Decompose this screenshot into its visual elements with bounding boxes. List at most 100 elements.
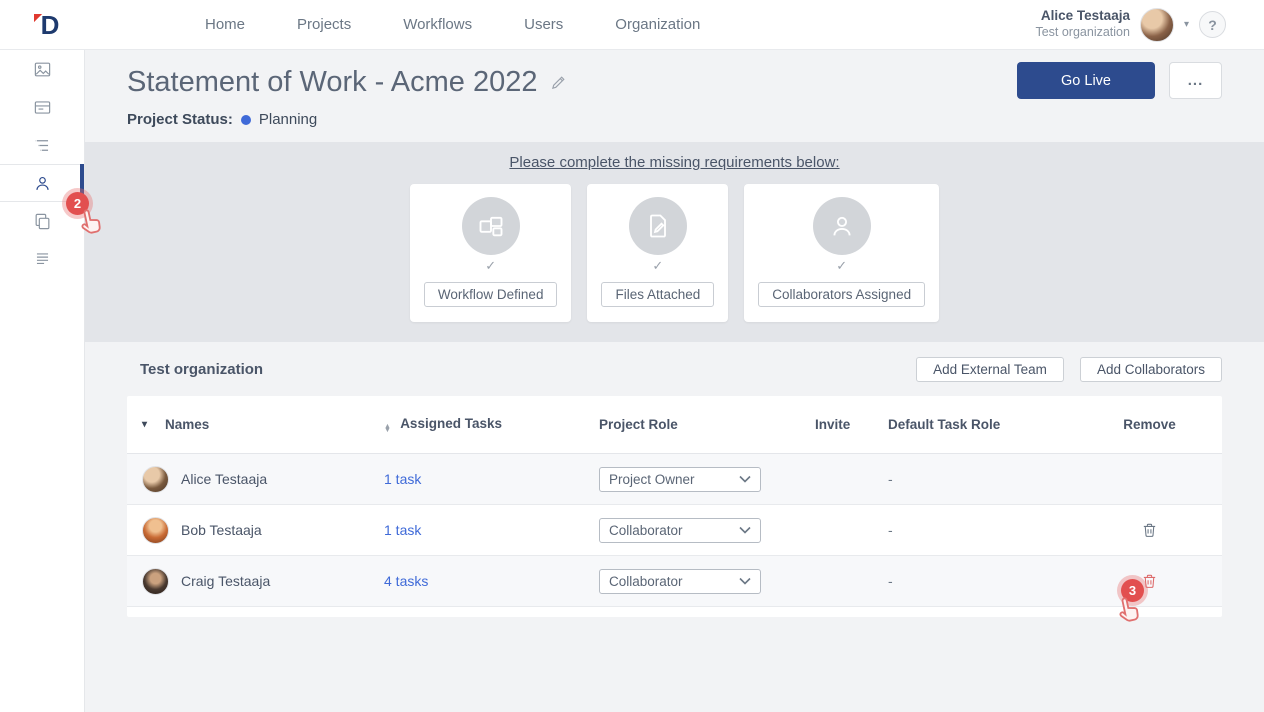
file-icon [629,197,687,255]
assigned-tasks-link[interactable]: 1 task [384,522,421,538]
requirements-cards: ✓ Workflow Defined ✓ Files Attached ✓ Co… [85,184,1264,322]
sidebar-item-collaborators[interactable] [0,164,84,202]
nav-item-projects[interactable]: Projects [297,16,351,33]
add-collaborators-button[interactable]: Add Collaborators [1080,357,1222,382]
person-icon [33,174,52,193]
column-header-project-role: Project Role [599,417,815,432]
card-icon [33,98,52,117]
trash-icon [1141,572,1158,590]
column-header-names[interactable]: ▾ Names [142,417,384,432]
files-attached-button[interactable]: Files Attached [601,282,714,307]
project-role-select[interactable]: Collaborator [599,569,761,594]
sidebar-item-tasks[interactable] [0,126,84,164]
user-menu: Alice Testaaja Test organization ▾ ? [1035,8,1264,42]
column-label-project-role: Project Role [599,417,678,432]
requirement-card-workflow: ✓ Workflow Defined [410,184,572,322]
select-value: Collaborator [609,523,683,538]
organization-heading: Test organization [140,361,263,378]
select-value: Collaborator [609,574,683,589]
collaborators-assigned-button[interactable]: Collaborators Assigned [758,282,925,307]
remove-collaborator-button[interactable] [1139,570,1160,592]
project-status: Project Status: Planning [127,111,1222,128]
person-name: Bob Testaaja [181,522,262,538]
nav-item-home[interactable]: Home [205,16,245,33]
copy-icon [33,212,52,231]
sidebar-item-overview[interactable] [0,50,84,88]
column-label-default-task-role: Default Task Role [888,417,1000,432]
project-role-select[interactable]: Collaborator [599,518,761,543]
user-name: Alice Testaaja [1035,8,1130,25]
app-window: D Home Projects Workflows Users Organiza… [0,0,1264,712]
person-name: Craig Testaaja [181,573,270,589]
workflow-defined-button[interactable]: Workflow Defined [424,282,558,307]
default-task-role-value: - [888,471,893,487]
column-header-invite: Invite [815,417,888,432]
user-info: Alice Testaaja Test organization [1035,8,1130,41]
person-name: Alice Testaaja [181,471,267,487]
column-header-assigned-tasks[interactable]: ▲▼ Assigned Tasks [384,416,599,433]
page-header: Statement of Work - Acme 2022 Project St… [85,50,1264,128]
collaborators-section: Test organization Add External Team Add … [85,342,1264,617]
task-list-icon [33,136,52,155]
sidebar-item-workflow[interactable] [0,88,84,126]
sidebar-item-notes[interactable] [0,240,84,278]
table-body: Alice Testaaja 1 task Project Owner - [127,454,1222,607]
trash-icon [1141,521,1158,539]
column-label-names: Names [165,417,209,432]
sidebar-item-files[interactable] [0,202,84,240]
sort-caret-icon: ▾ [142,419,147,430]
top-navigation: D Home Projects Workflows Users Organiza… [0,0,1264,50]
page-title: Statement of Work - Acme 2022 [127,66,538,99]
chevron-down-icon[interactable]: ▾ [1184,19,1189,30]
left-sidebar [0,50,85,712]
nav-item-workflows[interactable]: Workflows [403,16,472,33]
default-task-role-value: - [888,522,893,538]
edit-title-icon[interactable] [550,74,567,91]
nav-item-organization[interactable]: Organization [615,16,700,33]
main-content: Statement of Work - Acme 2022 Project St… [85,50,1264,712]
status-label: Project Status: [127,111,233,128]
status-value: Planning [259,111,317,128]
header-actions: Go Live ... [1017,62,1222,99]
table-row: Craig Testaaja 4 tasks Collaborator - [127,556,1222,607]
more-options-button[interactable]: ... [1169,62,1222,99]
go-live-button[interactable]: Go Live [1017,62,1155,99]
lines-icon [33,250,52,269]
workflow-icon [462,197,520,255]
column-header-default-task-role: Default Task Role [888,417,1092,432]
avatar [142,517,169,544]
user-organization: Test organization [1035,25,1130,41]
column-label-invite: Invite [815,417,850,432]
chevron-down-icon [739,577,751,585]
assigned-tasks-link[interactable]: 1 task [384,471,421,487]
status-dot-icon [241,115,251,125]
collaborators-table: ▾ Names ▲▼ Assigned Tasks Project Role I… [127,396,1222,617]
check-icon: ✓ [485,258,496,274]
remove-collaborator-button[interactable] [1139,519,1160,541]
requirements-heading: Please complete the missing requirements… [85,154,1264,171]
column-label-assigned-tasks: Assigned Tasks [400,416,502,431]
table-row: Alice Testaaja 1 task Project Owner - [127,454,1222,505]
chevron-down-icon [739,475,751,483]
table-header-row: ▾ Names ▲▼ Assigned Tasks Project Role I… [127,396,1222,454]
nav-item-users[interactable]: Users [524,16,563,33]
help-button[interactable]: ? [1199,11,1226,38]
sort-icon: ▲▼ [384,425,391,433]
select-value: Project Owner [609,472,695,487]
column-header-remove: Remove [1092,417,1207,432]
user-avatar[interactable] [1140,8,1174,42]
main-nav: Home Projects Workflows Users Organizati… [205,16,700,33]
assigned-tasks-link[interactable]: 4 tasks [384,573,428,589]
image-icon [33,60,52,79]
default-task-role-value: - [888,573,893,589]
project-role-select[interactable]: Project Owner [599,467,761,492]
check-icon: ✓ [652,258,663,274]
add-external-team-button[interactable]: Add External Team [916,357,1064,382]
logo-letter: D [41,12,60,38]
app-logo[interactable]: D [0,12,100,38]
table-row: Bob Testaaja 1 task Collaborator - [127,505,1222,556]
requirement-card-collaborators: ✓ Collaborators Assigned [744,184,939,322]
person-icon [813,197,871,255]
requirement-card-files: ✓ Files Attached [587,184,728,322]
column-label-remove: Remove [1123,417,1176,432]
